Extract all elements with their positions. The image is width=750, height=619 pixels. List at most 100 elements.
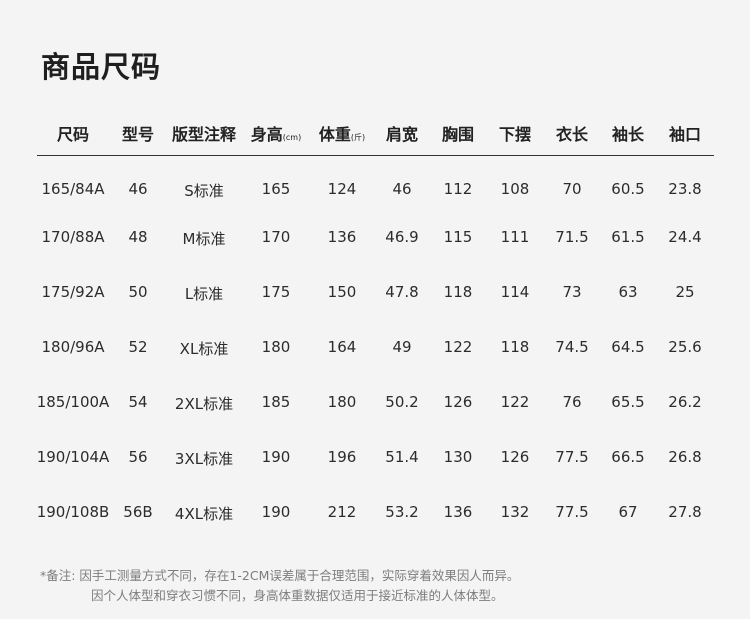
table-cell: 76 bbox=[562, 393, 582, 411]
table-cell: 122 bbox=[443, 338, 473, 356]
table-cell: 54 bbox=[128, 393, 148, 411]
header-label: 版型注释 bbox=[171, 125, 237, 144]
header-label: 尺码 bbox=[56, 125, 90, 144]
table-cell: 46 bbox=[128, 180, 148, 198]
header-label: 身高 bbox=[250, 125, 283, 144]
table-cell: 175 bbox=[261, 283, 291, 301]
table-cell: 66.5 bbox=[611, 448, 645, 466]
table-cell: 52 bbox=[128, 338, 148, 356]
table-cell: 27.8 bbox=[668, 503, 702, 521]
table-cell: 114 bbox=[500, 283, 530, 301]
header-label: 袖长 bbox=[611, 125, 645, 144]
table-cell: 190 bbox=[261, 503, 291, 521]
table-cell: 48 bbox=[128, 228, 148, 246]
table-cell: 46.9 bbox=[385, 228, 419, 246]
table-cell: 170 bbox=[261, 228, 291, 246]
table-cell: 73 bbox=[562, 283, 582, 301]
table-cell: 170/88A bbox=[41, 228, 105, 246]
table-cell: 164 bbox=[327, 338, 357, 356]
table-cell: XL标准 bbox=[179, 340, 229, 358]
table-cell: 180 bbox=[261, 338, 291, 356]
table-cell: 122 bbox=[500, 393, 530, 411]
table-cell: 71.5 bbox=[555, 228, 589, 246]
header-cell: 版型注释 bbox=[172, 121, 236, 145]
table-cell: 150 bbox=[327, 283, 357, 301]
note-line-2: 因个人体型和穿衣习惯不同，身高体重数据仅适用于接近标准的人体体型。 bbox=[91, 588, 504, 603]
table-cell: 185 bbox=[261, 393, 291, 411]
table-cell: 126 bbox=[500, 448, 530, 466]
header-cell: 型号 bbox=[122, 121, 154, 145]
table-cell: 26.8 bbox=[668, 448, 702, 466]
header-unit: (cm) bbox=[282, 133, 302, 142]
header-cell: 下摆 bbox=[499, 121, 531, 145]
table-cell: 67 bbox=[618, 503, 638, 521]
table-cell: 4XL标准 bbox=[174, 505, 234, 523]
header-label: 下摆 bbox=[498, 125, 532, 144]
page-title: 商品尺码 bbox=[41, 50, 162, 84]
table-cell: 118 bbox=[443, 283, 473, 301]
header-cell: 身高(cm) bbox=[251, 121, 301, 145]
table-cell: 64.5 bbox=[611, 338, 645, 356]
header-label: 体重 bbox=[318, 125, 351, 144]
table-cell: 115 bbox=[443, 228, 473, 246]
table-cell: 2XL标准 bbox=[174, 395, 234, 413]
table-cell: 47.8 bbox=[385, 283, 419, 301]
header-cell: 体重(斤) bbox=[319, 121, 365, 145]
size-notes: *备注: 因手工测量方式不同，存在1-2CM误差属于合理范围，实际穿着效果因人而… bbox=[40, 566, 519, 606]
table-cell: 50.2 bbox=[385, 393, 419, 411]
table-cell: 23.8 bbox=[668, 180, 702, 198]
header-cell: 肩宽 bbox=[386, 121, 418, 145]
table-cell: 124 bbox=[327, 180, 357, 198]
table-cell: 190/104A bbox=[36, 448, 110, 466]
header-cell: 胸围 bbox=[442, 121, 474, 145]
table-cell: 111 bbox=[500, 228, 530, 246]
note-line-1: *备注: 因手工测量方式不同，存在1-2CM误差属于合理范围，实际穿着效果因人而… bbox=[40, 568, 520, 583]
table-cell: 61.5 bbox=[611, 228, 645, 246]
table-cell: 50 bbox=[128, 283, 148, 301]
header-cell: 尺码 bbox=[57, 121, 89, 145]
table-cell: 77.5 bbox=[555, 503, 589, 521]
table-header-row: 尺码 型号 版型注释 身高(cm) 体重(斤) 肩宽 胸围 下摆 衣长 袖长 袖口 bbox=[37, 110, 714, 156]
table-cell: 118 bbox=[500, 338, 530, 356]
table-cell: 112 bbox=[443, 180, 473, 198]
table-cell: 108 bbox=[500, 180, 530, 198]
table-cell: 56B bbox=[123, 503, 153, 521]
table-cell: 74.5 bbox=[555, 338, 589, 356]
table-cell: 132 bbox=[500, 503, 530, 521]
header-label: 肩宽 bbox=[385, 125, 419, 144]
table-cell: 25 bbox=[675, 283, 695, 301]
header-cell: 衣长 bbox=[556, 121, 588, 145]
header-label: 型号 bbox=[121, 125, 155, 144]
table-cell: 56 bbox=[128, 448, 148, 466]
table-cell: 3XL标准 bbox=[174, 450, 234, 468]
header-cell: 袖长 bbox=[612, 121, 644, 145]
table-cell: M标准 bbox=[182, 230, 226, 248]
header-label: 胸围 bbox=[441, 125, 475, 144]
table-cell: 70 bbox=[562, 180, 582, 198]
header-cell: 袖口 bbox=[669, 121, 701, 145]
table-cell: S标准 bbox=[184, 182, 224, 200]
table-cell: 185/100A bbox=[36, 393, 110, 411]
table-cell: 175/92A bbox=[41, 283, 105, 301]
table-cell: 25.6 bbox=[668, 338, 702, 356]
table-cell: 24.4 bbox=[668, 228, 702, 246]
header-label: 衣长 bbox=[555, 125, 589, 144]
table-cell: 130 bbox=[443, 448, 473, 466]
table-cell: L标准 bbox=[184, 285, 224, 303]
table-cell: 77.5 bbox=[555, 448, 589, 466]
table-cell: 196 bbox=[327, 448, 357, 466]
header-label: 袖口 bbox=[668, 125, 702, 144]
table-cell: 212 bbox=[327, 503, 357, 521]
table-cell: 136 bbox=[327, 228, 357, 246]
table-cell: 49 bbox=[392, 338, 412, 356]
table-cell: 126 bbox=[443, 393, 473, 411]
table-cell: 190/108B bbox=[36, 503, 110, 521]
table-cell: 53.2 bbox=[385, 503, 419, 521]
table-cell: 63 bbox=[618, 283, 638, 301]
table-cell: 165/84A bbox=[41, 180, 105, 198]
table-cell: 65.5 bbox=[611, 393, 645, 411]
table-cell: 180 bbox=[327, 393, 357, 411]
header-unit: (斤) bbox=[350, 133, 366, 142]
table-cell: 46 bbox=[392, 180, 412, 198]
table-cell: 180/96A bbox=[41, 338, 105, 356]
